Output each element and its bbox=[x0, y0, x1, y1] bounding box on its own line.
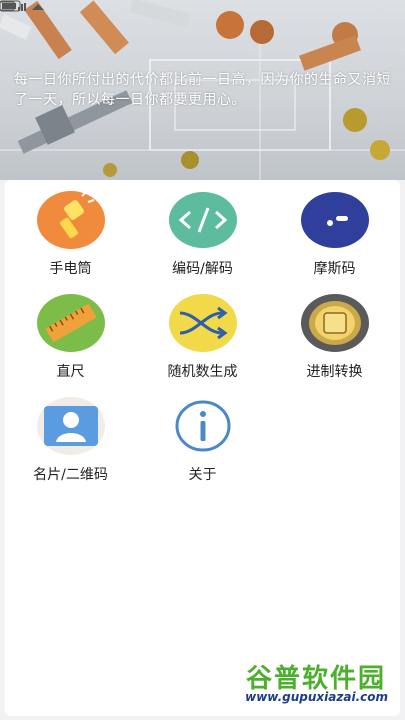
tools-card: 手电筒 编码/解码 摩斯码 直尺 随机数生成 进制转换 名片/二维码 关于 谷普… bbox=[5, 180, 400, 716]
app-screen: 每一日你所付出的代价都比前一日高，因为你的生命又消短了一天，所以每一日你都要更用… bbox=[0, 0, 405, 720]
tool-about[interactable]: 关于 bbox=[137, 396, 268, 496]
tool-base-convert[interactable]: 进制转换 bbox=[269, 293, 400, 393]
code-icon bbox=[168, 190, 238, 250]
header-banner: 每一日你所付出的代价都比前一日高，因为你的生命又消短了一天，所以每一日你都要更用… bbox=[0, 0, 405, 180]
tool-business-card[interactable]: 名片/二维码 bbox=[5, 396, 136, 496]
business-card-icon bbox=[36, 396, 106, 456]
tool-label: 进制转换 bbox=[306, 364, 363, 380]
ruler-icon bbox=[36, 293, 106, 353]
tool-morse[interactable]: 摩斯码 bbox=[269, 190, 400, 290]
site-watermark: 谷普软件园 www.gupuxiazai.com bbox=[207, 658, 392, 706]
tool-label: 编码/解码 bbox=[172, 261, 233, 277]
tool-encode-decode[interactable]: 编码/解码 bbox=[137, 190, 268, 290]
shuffle-icon bbox=[168, 293, 238, 353]
status-bar bbox=[0, 0, 405, 30]
tool-label: 关于 bbox=[188, 467, 217, 483]
tool-ruler[interactable]: 直尺 bbox=[5, 293, 136, 393]
tool-label: 名片/二维码 bbox=[33, 467, 108, 483]
tool-label: 摩斯码 bbox=[313, 261, 356, 277]
info-icon bbox=[168, 396, 238, 456]
tool-label: 直尺 bbox=[56, 364, 85, 380]
tool-label: 随机数生成 bbox=[167, 364, 238, 380]
tool-label: 手电筒 bbox=[49, 261, 92, 277]
tool-flashlight[interactable]: 手电筒 bbox=[5, 190, 136, 290]
watermark-url: www.gupuxiazai.com bbox=[245, 690, 388, 704]
banner-quote: 每一日你所付出的代价都比前一日高，因为你的生命又消短了一天，所以每一日你都要更用… bbox=[14, 72, 391, 108]
flashlight-icon bbox=[36, 190, 106, 250]
tool-random-number[interactable]: 随机数生成 bbox=[137, 293, 268, 393]
number-base-icon bbox=[300, 293, 370, 353]
morse-icon bbox=[300, 190, 370, 250]
battery-icon bbox=[0, 0, 23, 12]
